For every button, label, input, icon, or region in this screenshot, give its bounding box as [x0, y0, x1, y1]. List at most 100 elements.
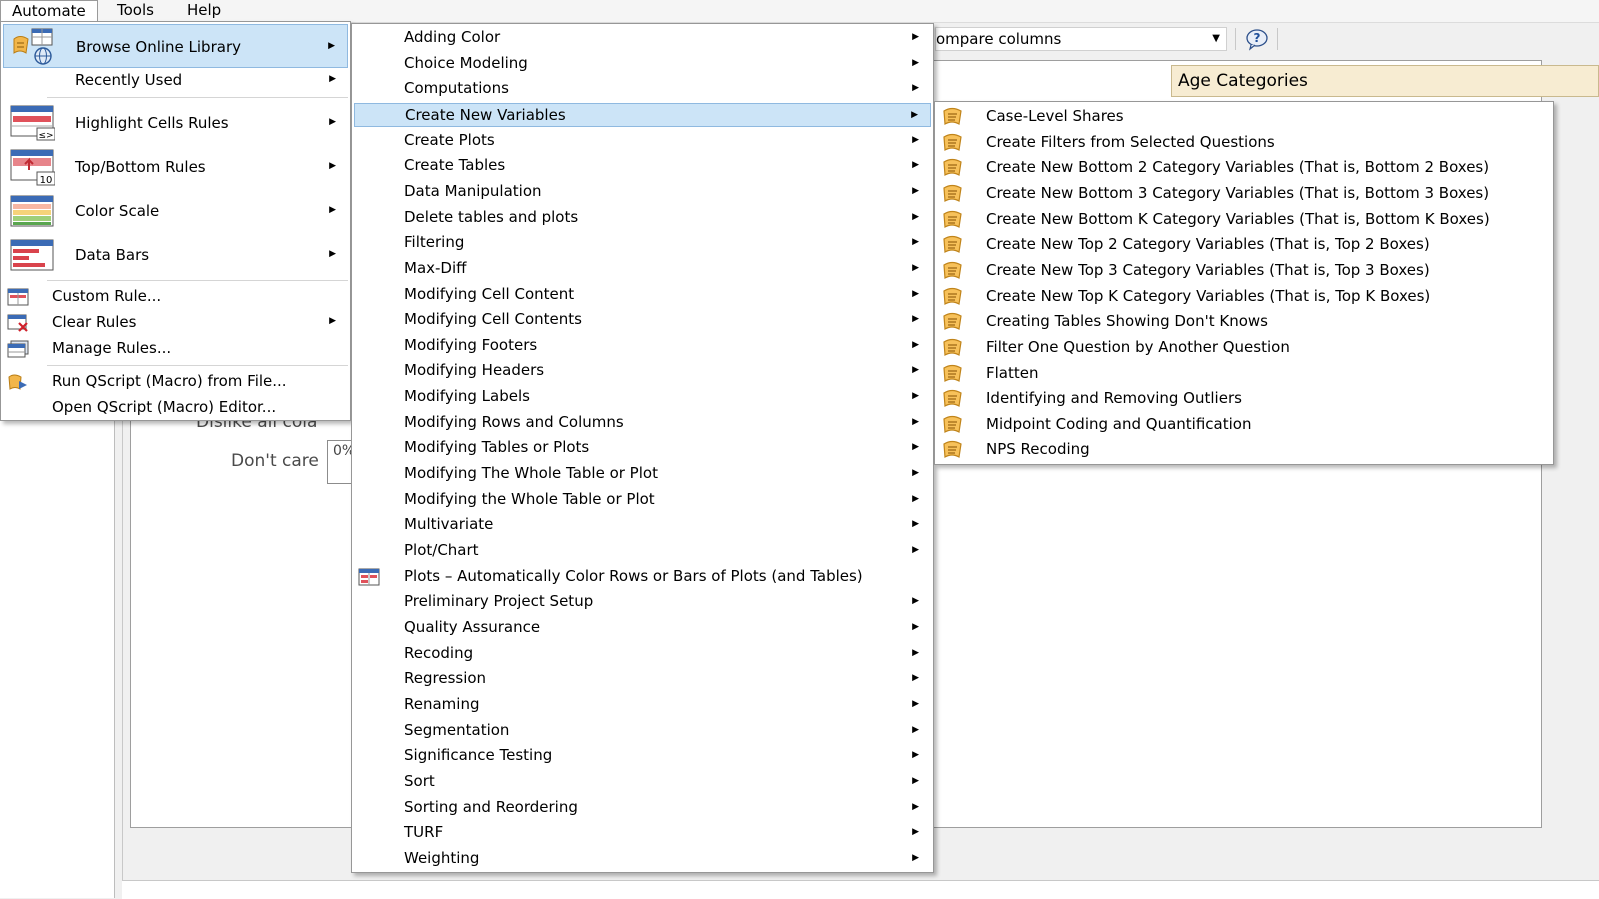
library-item-turf[interactable]: TURF ▶	[354, 821, 931, 845]
manage-rules-icon	[7, 340, 29, 358]
recently-used-item[interactable]: Recently Used ▶	[3, 68, 348, 94]
custom-rule-icon	[7, 288, 29, 306]
library-item-max-diff[interactable]: Max-Diff ▶	[354, 257, 931, 281]
chevron-right-icon: ▶	[912, 775, 919, 786]
script-scroll-icon	[941, 235, 965, 255]
menubar: Automate Tools Help	[0, 0, 1599, 23]
library-item-recoding[interactable]: Recoding ▶	[354, 642, 931, 666]
library-item-filtering[interactable]: Filtering ▶	[354, 231, 931, 255]
compare-combo[interactable]: ompare columns ▼	[935, 27, 1227, 51]
menu-item-label: Create Filters from Selected Questions	[986, 132, 1275, 151]
menu-item-label: NPS Recoding	[986, 440, 1090, 459]
column-header[interactable]: Age Categories	[1171, 65, 1599, 97]
variables-item-create-new-top-3-category-variables-that-is-top-3-boxes[interactable]: Create New Top 3 Category Variables (Tha…	[937, 259, 1551, 283]
menu-item-label: Quality Assurance	[404, 617, 541, 636]
menu-item-label: Significance Testing	[404, 746, 553, 765]
menu-tools[interactable]: Tools	[106, 0, 165, 21]
library-item-multivariate[interactable]: Multivariate ▶	[354, 513, 931, 537]
library-item-create-new-variables[interactable]: Create New Variables ▶	[354, 102, 931, 127]
variables-item-create-new-bottom-3-category-variables-that-is-bottom-3-boxes[interactable]: Create New Bottom 3 Category Variables (…	[937, 182, 1551, 206]
variables-item-create-new-bottom-2-category-variables-that-is-bottom-2-boxes[interactable]: Create New Bottom 2 Category Variables (…	[937, 156, 1551, 180]
library-item-sort[interactable]: Sort ▶	[354, 770, 931, 794]
library-item-computations[interactable]: Computations ▶	[354, 77, 931, 101]
open-qscript-editor-item[interactable]: Open QScript (Macro) Editor...	[3, 395, 348, 421]
color-scale-item[interactable]: Color Scale ▶	[3, 190, 348, 232]
library-item-renaming[interactable]: Renaming ▶	[354, 693, 931, 717]
custom-rule-item[interactable]: Custom Rule...	[3, 284, 348, 310]
library-item-significance-testing[interactable]: Significance Testing ▶	[354, 744, 931, 768]
menu-item-label: Multivariate	[404, 515, 494, 534]
library-item-adding-color[interactable]: Adding Color ▶	[354, 26, 931, 50]
library-item-modifying-footers[interactable]: Modifying Footers ▶	[354, 334, 931, 358]
library-item-regression[interactable]: Regression ▶	[354, 667, 931, 691]
variables-item-identifying-and-removing-outliers[interactable]: Identifying and Removing Outliers	[937, 387, 1551, 411]
script-scroll-icon	[941, 312, 965, 332]
run-qscript-item[interactable]: Run QScript (Macro) from File...	[3, 369, 348, 395]
library-item-preliminary-project-setup[interactable]: Preliminary Project Setup ▶	[354, 590, 931, 614]
variables-item-filter-one-question-by-another-question[interactable]: Filter One Question by Another Question	[937, 336, 1551, 360]
chevron-right-icon: ▶	[912, 724, 919, 735]
library-item-plot-chart[interactable]: Plot/Chart ▶	[354, 539, 931, 563]
menu-item-label: Create New Bottom K Category Variables (…	[986, 209, 1490, 228]
color-scale-icon	[9, 192, 55, 230]
variables-item-creating-tables-showing-don-t-knows[interactable]: Creating Tables Showing Don't Knows	[937, 310, 1551, 334]
menu-help[interactable]: Help	[176, 0, 232, 21]
library-item-modifying-labels[interactable]: Modifying Labels ▶	[354, 385, 931, 409]
highlight-cells-rules-item[interactable]: ≤> Highlight Cells Rules ▶	[3, 102, 348, 144]
library-item-plots-automatically-color-rows-or-bars-of-plots-and-tables[interactable]: Plots – Automatically Color Rows or Bars…	[354, 565, 931, 589]
clear-rules-icon	[7, 314, 29, 332]
library-item-delete-tables-and-plots[interactable]: Delete tables and plots ▶	[354, 206, 931, 230]
variables-item-create-new-bottom-k-category-variables-that-is-bottom-k-boxes[interactable]: Create New Bottom K Category Variables (…	[937, 208, 1551, 232]
variables-item-create-new-top-k-category-variables-that-is-top-k-boxes[interactable]: Create New Top K Category Variables (Tha…	[937, 285, 1551, 309]
menu-item-label: Delete tables and plots	[404, 207, 579, 226]
library-item-weighting[interactable]: Weighting ▶	[354, 847, 931, 871]
variables-item-create-new-top-2-category-variables-that-is-top-2-boxes[interactable]: Create New Top 2 Category Variables (Tha…	[937, 233, 1551, 257]
menu-item-label: Browse Online Library	[76, 38, 241, 56]
top-bottom-rules-item[interactable]: 10 Top/Bottom Rules ▶	[3, 146, 348, 188]
script-scroll-icon	[941, 364, 965, 384]
menu-item-label: Modifying Cell Contents	[404, 310, 582, 329]
library-item-modifying-headers[interactable]: Modifying Headers ▶	[354, 359, 931, 383]
library-item-create-plots[interactable]: Create Plots ▶	[354, 129, 931, 153]
script-scroll-icon	[941, 107, 965, 127]
library-item-sorting-and-reordering[interactable]: Sorting and Reordering ▶	[354, 796, 931, 820]
chevron-right-icon: ▶	[912, 160, 919, 171]
browse-online-library-item[interactable]: Browse Online Library ▶	[3, 24, 348, 68]
script-scroll-icon	[941, 210, 965, 230]
library-item-choice-modeling[interactable]: Choice Modeling ▶	[354, 52, 931, 76]
menu-automate[interactable]: Automate	[0, 0, 98, 22]
menu-item-label: Run QScript (Macro) from File...	[52, 372, 287, 390]
chevron-right-icon: ▶	[912, 211, 919, 222]
library-item-modifying-cell-contents[interactable]: Modifying Cell Contents ▶	[354, 308, 931, 332]
menu-item-label: Choice Modeling	[404, 53, 528, 72]
manage-rules-item[interactable]: Manage Rules...	[3, 336, 348, 362]
library-item-modifying-rows-and-columns[interactable]: Modifying Rows and Columns ▶	[354, 411, 931, 435]
library-item-modifying-cell-content[interactable]: Modifying Cell Content ▶	[354, 283, 931, 307]
library-item-modifying-the-whole-table-or-plot[interactable]: Modifying The Whole Table or Plot ▶	[354, 462, 931, 486]
data-bars-item[interactable]: Data Bars ▶	[3, 234, 348, 276]
help-icon[interactable]: ?	[1245, 27, 1269, 51]
variables-item-midpoint-coding-and-quantification[interactable]: Midpoint Coding and Quantification	[937, 413, 1551, 437]
chevron-right-icon: ▶	[912, 468, 919, 479]
library-item-modifying-tables-or-plots[interactable]: Modifying Tables or Plots ▶	[354, 436, 931, 460]
variables-item-flatten[interactable]: Flatten	[937, 362, 1551, 386]
menu-item-label: Plots – Automatically Color Rows or Bars…	[404, 566, 863, 585]
chevron-right-icon: ▶	[912, 391, 919, 402]
library-item-create-tables[interactable]: Create Tables ▶	[354, 154, 931, 178]
library-item-modifying-the-whole-table-or-plot[interactable]: Modifying the Whole Table or Plot ▶	[354, 488, 931, 512]
variables-item-nps-recoding[interactable]: NPS Recoding	[937, 438, 1551, 462]
chevron-right-icon: ▶	[912, 801, 919, 812]
chevron-right-icon: ▶	[912, 57, 919, 68]
chevron-right-icon: ▶	[912, 237, 919, 248]
chevron-right-icon: ▶	[328, 41, 335, 51]
variables-item-create-filters-from-selected-questions[interactable]: Create Filters from Selected Questions	[937, 131, 1551, 155]
menu-item-label: Highlight Cells Rules	[75, 114, 229, 132]
library-item-segmentation[interactable]: Segmentation ▶	[354, 719, 931, 743]
chevron-down-icon: ▼	[1212, 33, 1220, 44]
row-label-dont-care: Don't care	[231, 451, 319, 471]
clear-rules-item[interactable]: Clear Rules ▶	[3, 310, 348, 336]
menu-item-label: Modifying Labels	[404, 387, 530, 406]
library-item-data-manipulation[interactable]: Data Manipulation ▶	[354, 180, 931, 204]
library-item-quality-assurance[interactable]: Quality Assurance ▶	[354, 616, 931, 640]
variables-item-case-level-shares[interactable]: Case-Level Shares	[937, 105, 1551, 129]
